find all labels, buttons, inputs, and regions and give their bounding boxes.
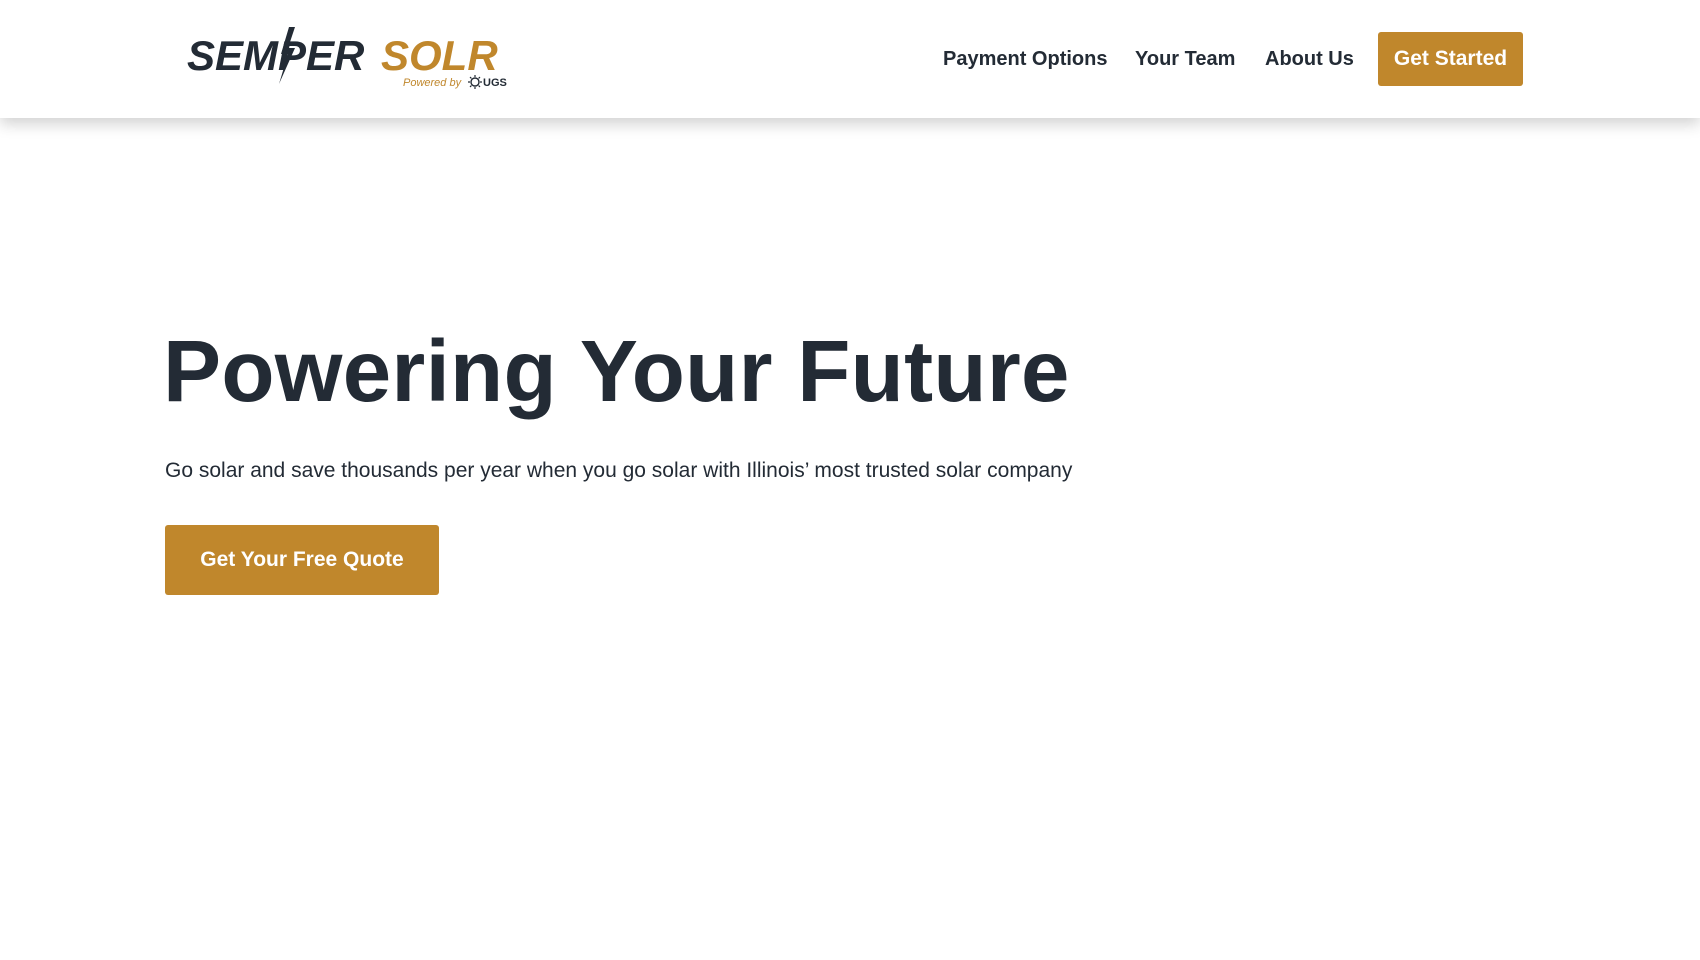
hero-subtitle: Go solar and save thousands per year whe…: [165, 459, 1073, 482]
svg-text:Powered by: Powered by: [403, 77, 463, 89]
get-started-button[interactable]: Get Started: [1378, 32, 1523, 86]
site-header: SEMPER SOLR Powered by UGS Payment Optio…: [0, 0, 1700, 118]
semper-solr-logo[interactable]: SEMPER SOLR Powered by UGS: [185, 24, 515, 92]
svg-text:SOLR: SOLR: [381, 32, 498, 79]
get-free-quote-button[interactable]: Get Your Free Quote: [165, 525, 439, 595]
svg-text:UGS: UGS: [483, 77, 507, 89]
svg-text:SEMPER: SEMPER: [187, 32, 365, 79]
nav-about-us[interactable]: About Us: [1265, 33, 1354, 86]
nav-your-team[interactable]: Your Team: [1135, 33, 1235, 86]
nav-payment-options[interactable]: Payment Options: [943, 33, 1107, 86]
hero-title: Powering Your Future: [163, 323, 1070, 420]
